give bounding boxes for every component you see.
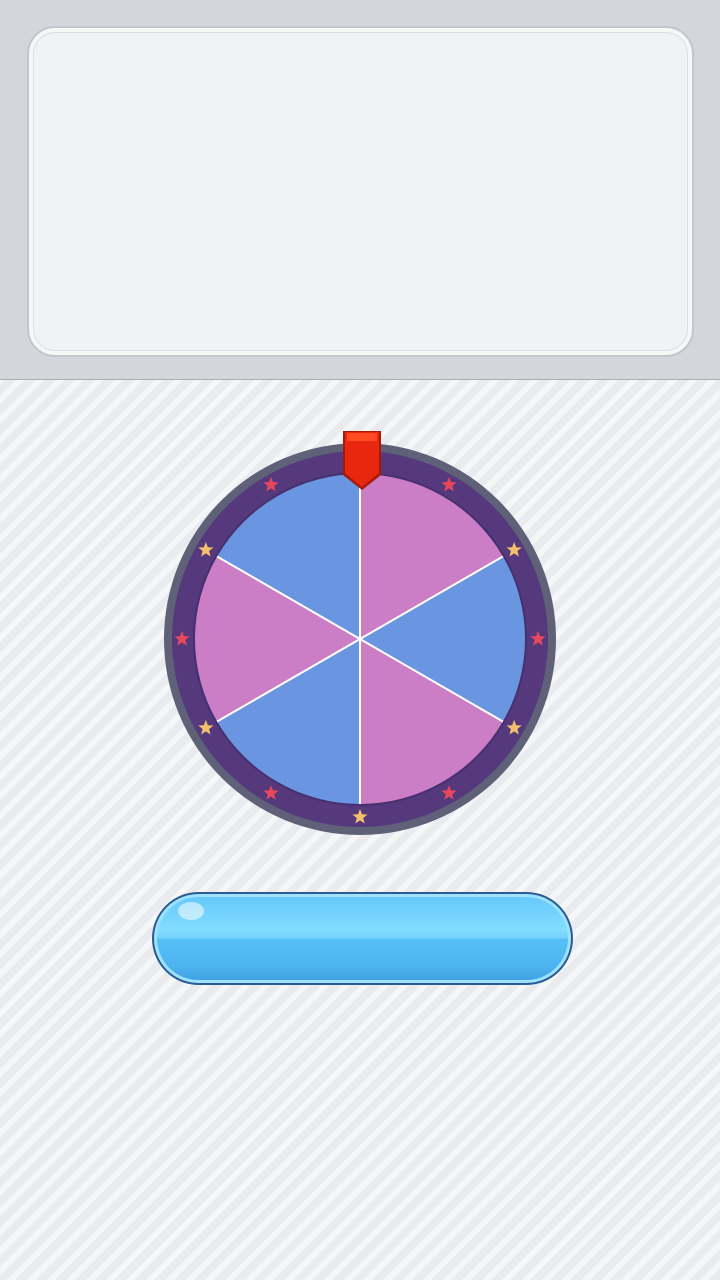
- top-area: [0, 0, 720, 380]
- message-panel: [27, 26, 694, 357]
- spin-button[interactable]: [152, 892, 573, 985]
- prize-wheel[interactable]: [150, 420, 570, 850]
- message-text: [69, 68, 652, 315]
- pointer-highlight: [347, 433, 377, 441]
- wheel-graphic: [164, 431, 556, 835]
